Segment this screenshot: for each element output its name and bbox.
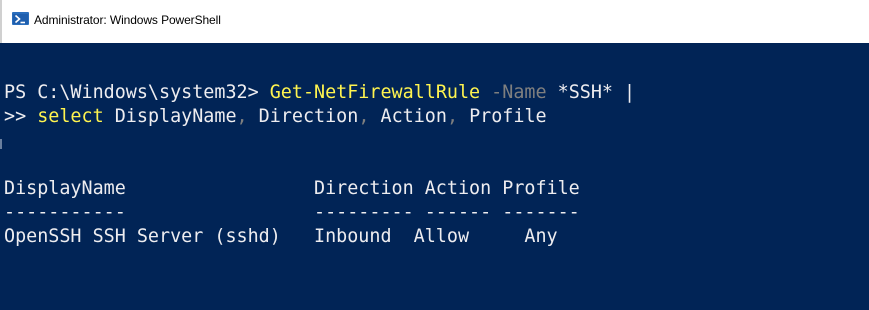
window-title: Administrator: Windows PowerShell xyxy=(34,13,221,27)
arg-separator: , xyxy=(358,106,370,127)
text-cursor xyxy=(0,139,2,149)
window-border xyxy=(0,0,2,43)
arg-separator: , xyxy=(446,106,459,127)
pipe-command: select xyxy=(37,106,104,127)
powershell-window: Administrator: Windows PowerShell PS C:\… xyxy=(0,0,869,310)
arg: Direction xyxy=(247,106,359,127)
powershell-icon xyxy=(12,12,29,25)
table-separator-row: ----------- --------- ------ ------- xyxy=(4,202,580,223)
table-header-row: DisplayName Direction Action Profile xyxy=(4,178,580,199)
command-name: Get-NetFirewallRule xyxy=(269,82,481,103)
arg: DisplayName xyxy=(103,106,237,127)
arg: Action xyxy=(369,106,447,127)
command-line: PS C:\Windows\system32> Get-NetFirewallR… xyxy=(4,81,635,105)
param-value: *SSH* | xyxy=(546,82,636,103)
arg: Profile xyxy=(458,106,547,127)
arg-separator: , xyxy=(236,106,248,127)
param-name: -Name xyxy=(480,82,547,103)
console-output[interactable]: PS C:\Windows\system32> Get-NetFirewallR… xyxy=(0,43,869,310)
continuation-line: >> select DisplayName, Direction, Action… xyxy=(4,105,547,129)
prompt: PS C:\Windows\system32> xyxy=(4,82,270,103)
continuation-prompt: >> xyxy=(4,106,38,127)
title-bar[interactable]: Administrator: Windows PowerShell xyxy=(0,0,869,43)
table-row: OpenSSH SSH Server (sshd) Inbound Allow … xyxy=(4,226,558,247)
